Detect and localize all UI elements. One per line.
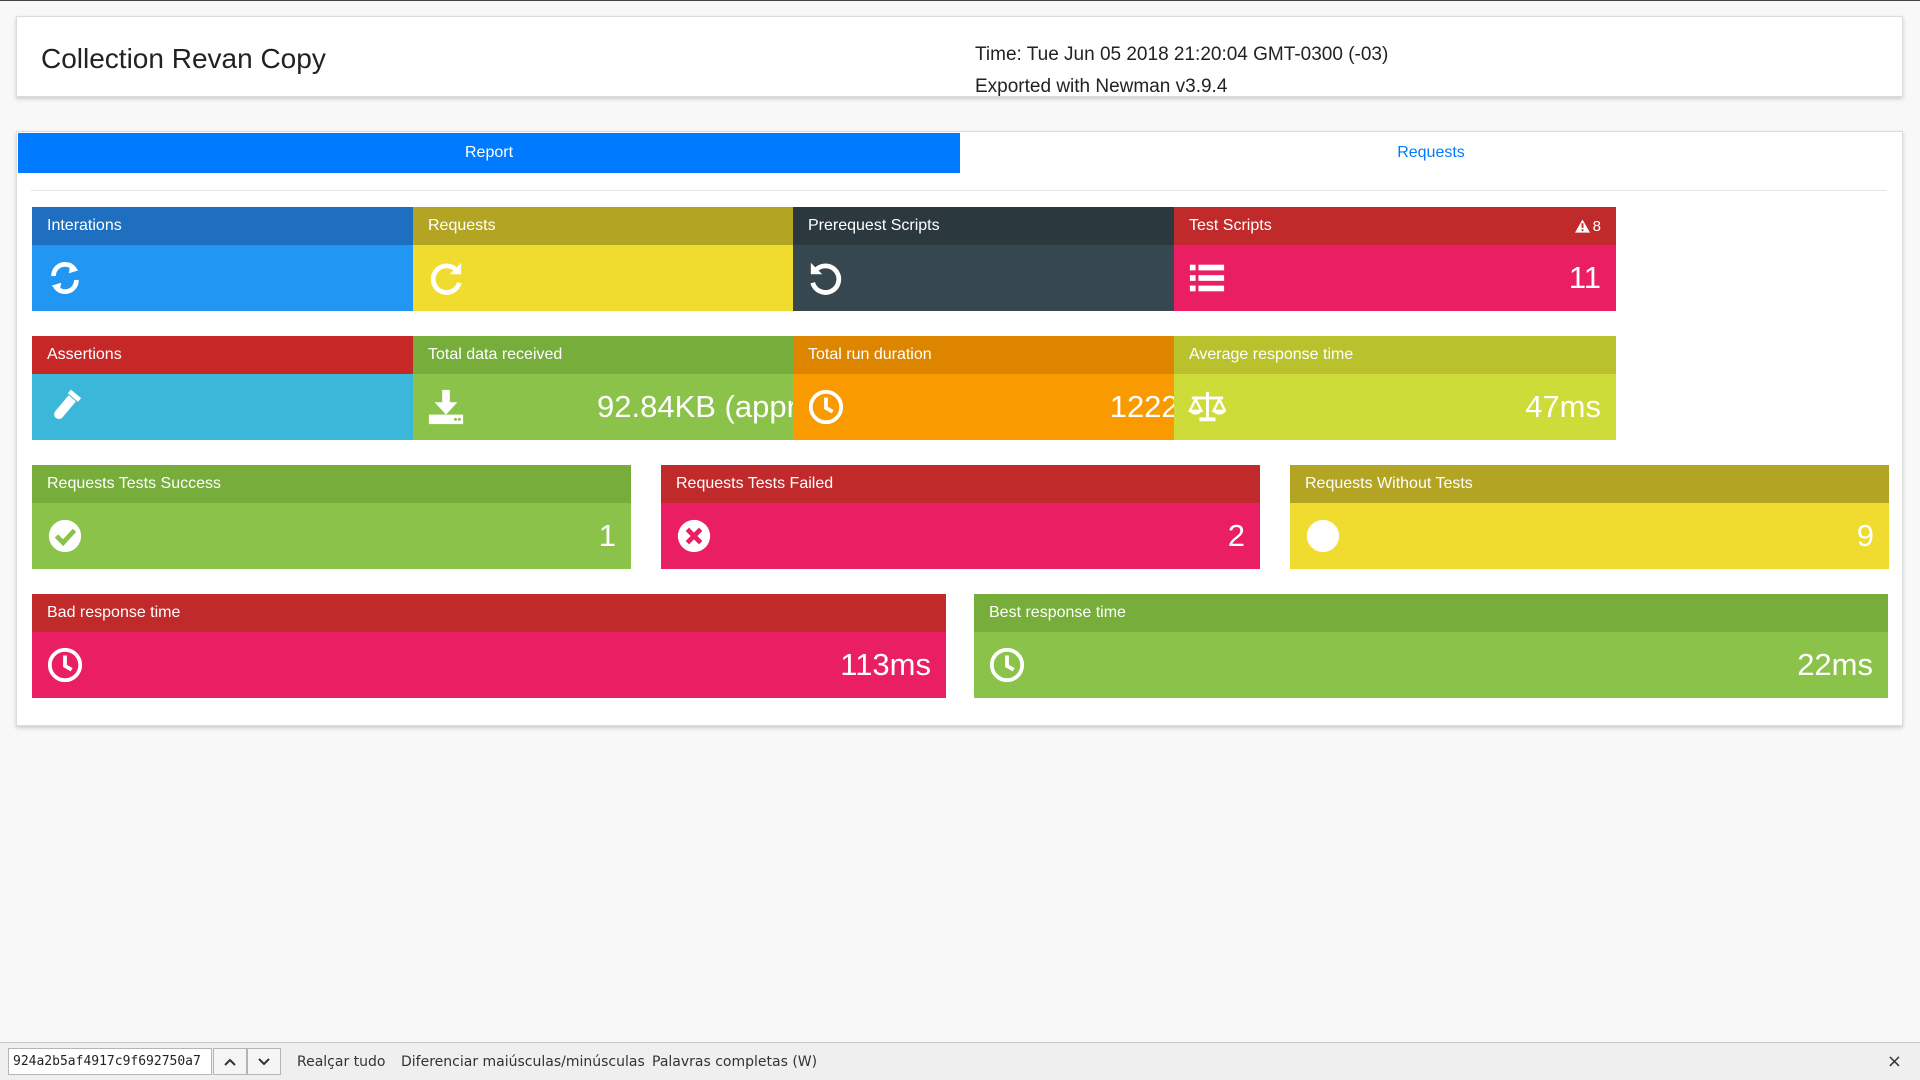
card-label: Average response time xyxy=(1189,346,1354,363)
card-value: 1 xyxy=(598,518,616,553)
card-label: Requests Tests Failed xyxy=(676,475,834,492)
card-label: Interations xyxy=(47,217,122,234)
page-title: Collection Revan Copy xyxy=(41,43,326,74)
card-value: 113ms xyxy=(840,647,931,682)
download-icon xyxy=(427,388,465,426)
list-icon xyxy=(1188,259,1226,297)
prerequest-scripts-card: Prerequest Scripts 0 0 xyxy=(793,207,1235,311)
window-top-border xyxy=(0,0,1920,1)
find-bar: 924a2b5af4917c9f692750a7 Realçar tudo Di… xyxy=(0,1042,1920,1080)
card-value: 2 xyxy=(1227,518,1245,553)
run-duration-card: Total run duration 1222ms xyxy=(793,336,1235,440)
clock-icon xyxy=(46,646,84,684)
clock-icon xyxy=(807,388,845,426)
without-tests-card: Requests Without Tests 9 xyxy=(1290,465,1889,569)
chevron-down-icon xyxy=(258,1057,270,1065)
highlight-all-toggle[interactable]: Realçar tudo xyxy=(297,1054,385,1070)
iterations-card: Interations 0 1 xyxy=(32,207,474,311)
redo-icon xyxy=(427,259,465,297)
tests-success-card: Requests Tests Success 1 xyxy=(32,465,631,569)
card-label: Prerequest Scripts xyxy=(808,217,940,234)
undo-icon xyxy=(807,259,845,297)
card-label: Test Scripts xyxy=(1189,217,1272,234)
tab-bar: Report Requests xyxy=(18,133,1902,173)
report-header: Collection Revan Copy Time: Tue Jun 05 2… xyxy=(16,16,1903,97)
whole-words-toggle[interactable]: Palavras completas (W) xyxy=(652,1054,817,1070)
best-response-card: Best response time 22ms xyxy=(974,594,1888,698)
card-label: Best response time xyxy=(989,604,1126,621)
avg-response-card: Average response time 47ms xyxy=(1174,336,1616,440)
report-panel: Report Requests Interations 0 1 Requests… xyxy=(16,131,1903,726)
tab-divider xyxy=(31,190,1887,191)
export-info: Exported with Newman v3.9.4 xyxy=(975,76,1228,97)
warning-count: 8 xyxy=(1574,218,1601,235)
card-label: Requests xyxy=(428,217,496,234)
run-timestamp: Time: Tue Jun 05 2018 21:20:04 GMT-0300 … xyxy=(975,44,1389,65)
test-scripts-card: Test Scripts 8 11 xyxy=(1174,207,1616,311)
requests-card: Requests 0 12 xyxy=(413,207,855,311)
bad-response-card: Bad response time 113ms xyxy=(32,594,946,698)
find-input[interactable]: 924a2b5af4917c9f692750a7 xyxy=(8,1048,212,1075)
card-label: Total data received xyxy=(428,346,563,363)
clock-icon xyxy=(988,646,1026,684)
card-label: Requests Without Tests xyxy=(1305,475,1473,492)
card-value: 11 xyxy=(1568,260,1601,295)
times-circle-icon xyxy=(675,517,713,555)
tests-failed-card: Requests Tests Failed 2 xyxy=(661,465,1260,569)
card-label: Bad response time xyxy=(47,604,181,621)
warning-icon xyxy=(1574,219,1590,233)
find-previous-button[interactable] xyxy=(213,1048,247,1075)
assertions-card: Assertions 2 5 xyxy=(32,336,474,440)
card-value: 22ms xyxy=(1797,647,1873,682)
card-value: 47ms xyxy=(1525,389,1601,424)
data-received-card: Total data received 92.84KB (approx) xyxy=(413,336,855,440)
check-circle-icon xyxy=(46,517,84,555)
match-case-toggle[interactable]: Diferenciar maiúsculas/minúsculas xyxy=(401,1054,645,1070)
sync-icon xyxy=(46,259,84,297)
close-icon[interactable]: × xyxy=(1887,1051,1902,1072)
card-label: Assertions xyxy=(47,346,122,363)
balance-scale-icon xyxy=(1188,388,1226,426)
card-label: Requests Tests Success xyxy=(47,475,222,492)
find-next-button[interactable] xyxy=(247,1048,281,1075)
chevron-up-icon xyxy=(224,1058,236,1066)
tab-report[interactable]: Report xyxy=(18,133,960,173)
tab-requests[interactable]: Requests xyxy=(960,133,1902,173)
card-value: 9 xyxy=(1856,518,1874,553)
flask-icon xyxy=(46,388,84,426)
circle-icon xyxy=(1304,517,1342,555)
card-label: Total run duration xyxy=(808,346,932,363)
